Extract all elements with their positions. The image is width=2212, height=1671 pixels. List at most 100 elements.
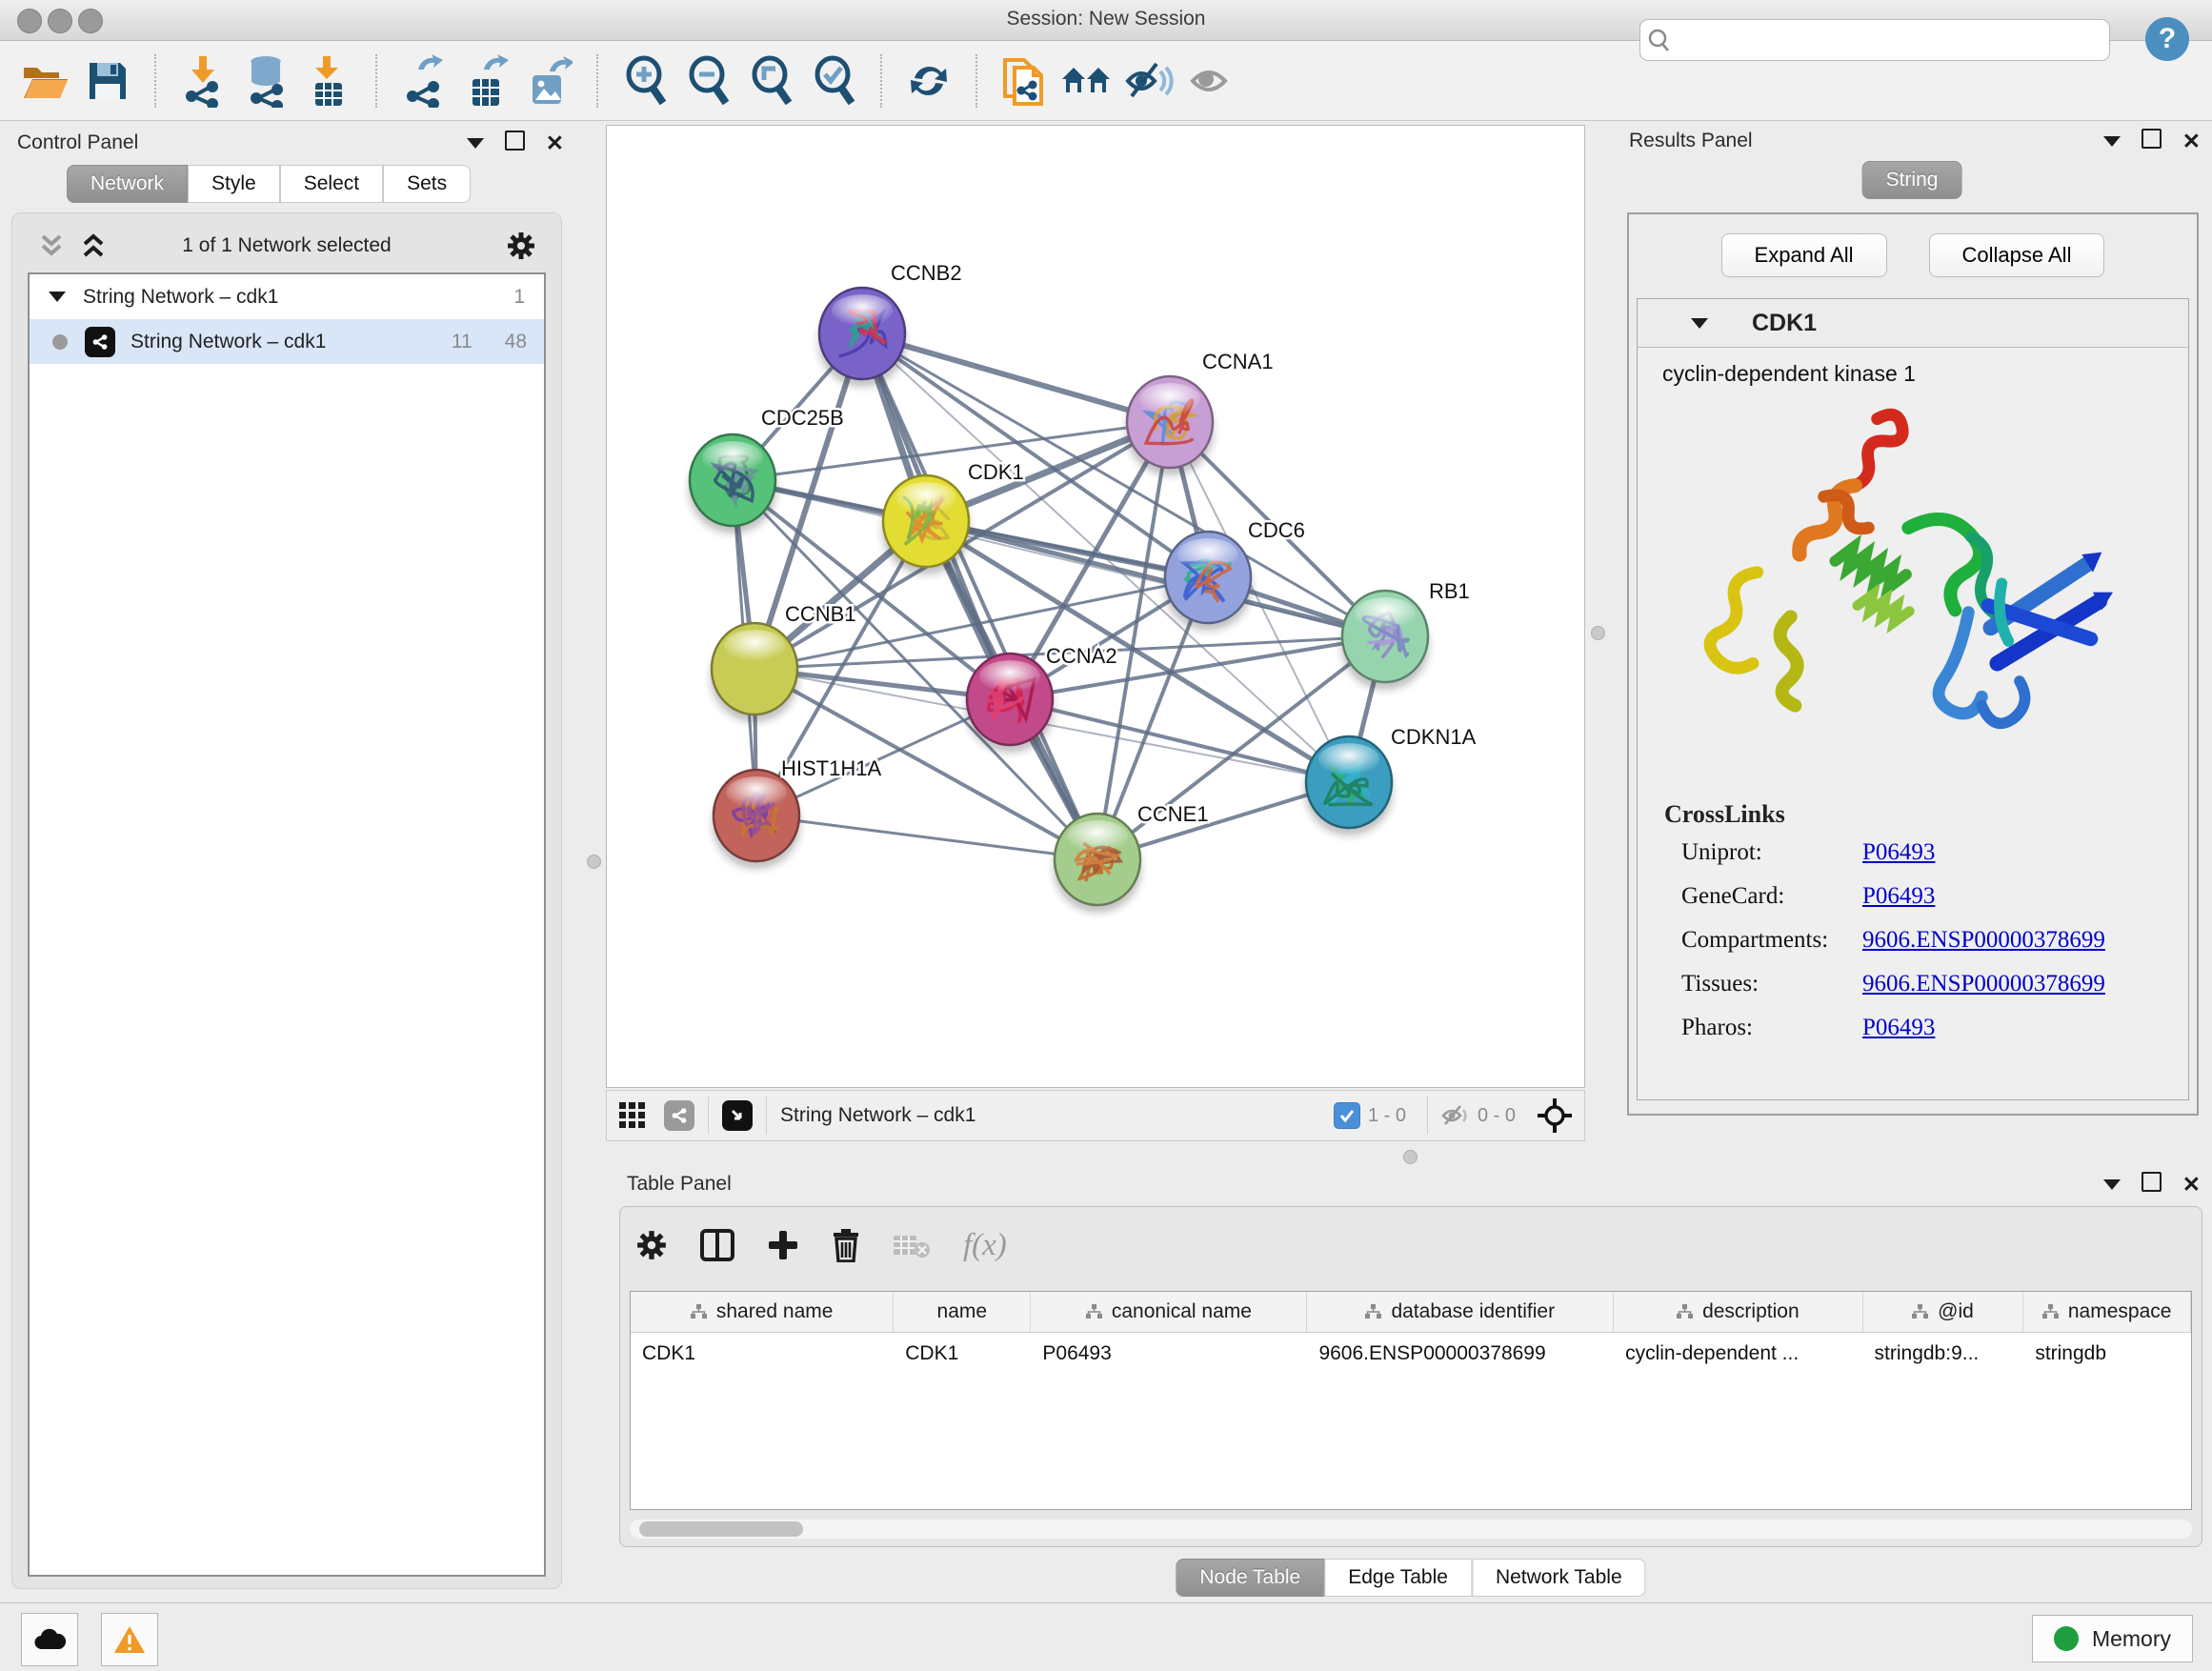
close-panel-icon[interactable]: ✕ xyxy=(2182,1172,2201,1198)
network-node-CCNA2[interactable] xyxy=(966,654,1054,753)
birds-eye-view-icon[interactable] xyxy=(722,1100,753,1131)
network-edge[interactable] xyxy=(1010,699,1349,782)
panel-menu-icon[interactable] xyxy=(467,138,484,149)
new-network-from-selection-icon[interactable] xyxy=(996,52,1052,110)
import-network-from-database-icon[interactable] xyxy=(238,52,293,110)
network-node-CCNB1[interactable] xyxy=(711,623,798,722)
right-splitter-handle[interactable] xyxy=(1591,626,1605,640)
network-node-RB1[interactable] xyxy=(1341,591,1429,690)
network-edge[interactable] xyxy=(862,333,1170,422)
table-cell[interactable]: cyclin-dependent ... xyxy=(1614,1333,1862,1375)
table-cell[interactable]: CDK1 xyxy=(894,1333,1031,1375)
save-session-icon[interactable] xyxy=(80,52,135,110)
network-node-CCNB2[interactable] xyxy=(818,288,906,387)
panel-menu-icon[interactable] xyxy=(2103,1179,2121,1190)
network-node-CCNE1[interactable] xyxy=(1054,814,1141,913)
table-cell[interactable]: stringdb xyxy=(2023,1333,2191,1375)
tab-sets[interactable]: Sets xyxy=(383,165,471,203)
network-edge[interactable] xyxy=(862,333,1097,859)
memory-button[interactable]: Memory xyxy=(2032,1615,2193,1662)
horizontal-splitter-handle[interactable] xyxy=(1403,1150,1418,1164)
refresh-icon[interactable] xyxy=(901,52,956,110)
float-panel-icon[interactable] xyxy=(505,131,525,156)
node-result-header[interactable]: CDK1 xyxy=(1638,299,2188,348)
tab-string[interactable]: String xyxy=(1862,161,1962,199)
cloud-status-button[interactable] xyxy=(21,1613,78,1666)
network-view-chip-icon[interactable] xyxy=(664,1100,694,1131)
network-options-gear-icon[interactable] xyxy=(506,231,536,261)
node-table[interactable]: shared namenamecanonical namedatabase id… xyxy=(630,1291,2192,1510)
hide-selected-icon[interactable] xyxy=(1122,52,1177,110)
table-cell[interactable]: 9606.ENSP00000378699 xyxy=(1307,1333,1614,1375)
zoom-out-icon[interactable] xyxy=(680,52,735,110)
create-column-plus-icon[interactable] xyxy=(767,1229,799,1261)
close-panel-icon[interactable]: ✕ xyxy=(2182,129,2201,154)
crosslink-link[interactable]: 9606.ENSP00000378699 xyxy=(1862,971,2105,997)
collapse-all-button[interactable]: Collapse All xyxy=(1929,233,2105,277)
open-session-icon[interactable] xyxy=(17,52,72,110)
network-node-CDKN1A[interactable] xyxy=(1305,736,1393,836)
reposition-crosshair-icon[interactable] xyxy=(1537,1097,1573,1134)
export-table-icon[interactable] xyxy=(459,52,514,110)
tab-style[interactable]: Style xyxy=(188,165,280,203)
tab-edge-table[interactable]: Edge Table xyxy=(1324,1559,1472,1597)
results-panel: Results Panel ✕ String Expand All Collap… xyxy=(1619,125,2204,1116)
tab-select[interactable]: Select xyxy=(280,165,383,203)
table-cell[interactable]: P06493 xyxy=(1031,1333,1307,1375)
export-image-icon[interactable] xyxy=(522,52,577,110)
network-row[interactable]: String Network – cdk1 11 48 xyxy=(30,319,544,364)
table-cell[interactable]: CDK1 xyxy=(631,1333,894,1375)
warnings-button[interactable] xyxy=(101,1613,158,1666)
first-neighbors-icon[interactable] xyxy=(1059,52,1115,110)
crosslink-link[interactable]: 9606.ENSP00000378699 xyxy=(1862,927,2105,954)
network-node-CDC6[interactable] xyxy=(1164,532,1252,631)
table-row[interactable]: CDK1CDK1P064939606.ENSP00000378699cyclin… xyxy=(631,1333,2191,1375)
column-header-database-identifier[interactable]: database identifier xyxy=(1307,1292,1614,1332)
float-panel-icon[interactable] xyxy=(2142,1172,2162,1198)
zoom-in-icon[interactable] xyxy=(617,52,673,110)
table-horizontal-scrollbar[interactable] xyxy=(630,1520,2192,1539)
selected-checkbox-icon[interactable] xyxy=(1334,1102,1360,1129)
zoom-selected-icon[interactable] xyxy=(806,52,861,110)
panel-menu-icon[interactable] xyxy=(2103,136,2121,147)
column-header-namespace[interactable]: namespace xyxy=(2023,1292,2191,1332)
collapse-entry-icon[interactable] xyxy=(1691,318,1708,329)
column-header-name[interactable]: name xyxy=(894,1292,1031,1332)
column-header-canonical-name[interactable]: canonical name xyxy=(1031,1292,1307,1332)
collection-expand-icon[interactable] xyxy=(49,292,66,302)
crosslink-link[interactable]: P06493 xyxy=(1862,1015,1935,1041)
network-canvas[interactable]: CCNB2CCNA1CDC25BCDK1CDC6RB1CCNB1CCNA2CDK… xyxy=(606,125,1585,1088)
crosslink-link[interactable]: P06493 xyxy=(1862,883,1935,910)
grid-view-icon[interactable] xyxy=(618,1101,647,1130)
tab-network-table[interactable]: Network Table xyxy=(1472,1559,1646,1597)
show-columns-icon[interactable] xyxy=(700,1229,734,1261)
delete-column-trash-icon[interactable] xyxy=(832,1228,860,1262)
crosslink-link[interactable]: P06493 xyxy=(1862,839,1935,866)
help-button[interactable]: ? xyxy=(2145,17,2189,61)
close-panel-icon[interactable]: ✕ xyxy=(546,131,564,156)
float-panel-icon[interactable] xyxy=(2142,129,2162,154)
search-input[interactable] xyxy=(1679,29,2082,52)
expand-all-button[interactable]: Expand All xyxy=(1721,233,1887,277)
network-node-HIST1H1A[interactable] xyxy=(713,770,800,869)
left-splitter-handle[interactable] xyxy=(587,855,601,869)
network-node-CDK1[interactable] xyxy=(882,475,970,574)
show-all-icon[interactable] xyxy=(1185,52,1240,110)
column-header-description[interactable]: description xyxy=(1614,1292,1862,1332)
scrollbar-thumb[interactable] xyxy=(639,1521,803,1537)
tab-node-table[interactable]: Node Table xyxy=(1176,1559,1324,1597)
import-table-icon[interactable] xyxy=(301,52,356,110)
network-node-CCNA1[interactable] xyxy=(1126,376,1214,475)
column-header-shared-name[interactable]: shared name xyxy=(631,1292,894,1332)
import-network-icon[interactable] xyxy=(175,52,231,110)
network-node-CDC25B[interactable] xyxy=(689,434,776,534)
column-header-@id[interactable]: @id xyxy=(1863,1292,2024,1332)
table-cell[interactable]: stringdb:9... xyxy=(1863,1333,2024,1375)
network-edge[interactable] xyxy=(756,815,1097,859)
table-options-gear-icon[interactable] xyxy=(635,1229,668,1261)
network-collection-row[interactable]: String Network – cdk1 1 xyxy=(30,274,544,319)
tab-network[interactable]: Network xyxy=(67,165,188,203)
search-box[interactable] xyxy=(1639,19,2110,61)
export-network-icon[interactable] xyxy=(396,52,452,110)
zoom-fit-icon[interactable] xyxy=(743,52,798,110)
